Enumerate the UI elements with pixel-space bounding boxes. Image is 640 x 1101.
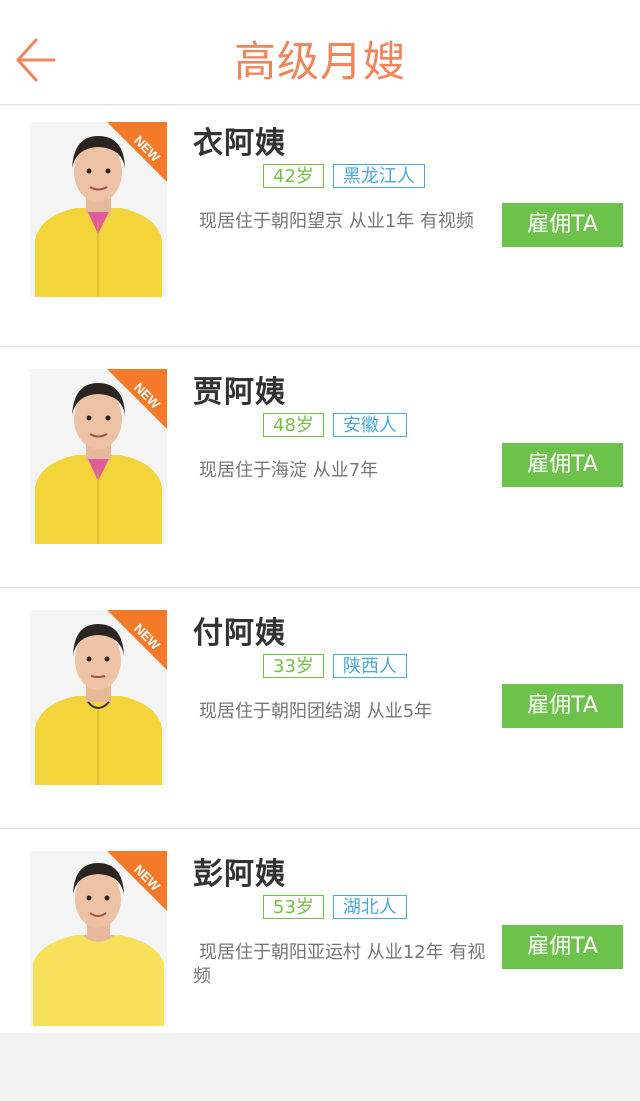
nanny-card: NEW 彭阿姨 53岁 湖北人 现居住于朝阳亚运村 从业12年 有视频 雇佣TA: [0, 829, 640, 1033]
nanny-card: NEW 付阿姨 33岁 陕西人 现居住于朝阳团结湖 从业5年 雇佣TA: [0, 588, 640, 829]
nanny-name: 衣阿姨: [193, 126, 286, 161]
nanny-card: NEW 贾阿姨 48岁 安徽人 现居住于海淀 从业7年 雇佣TA: [0, 347, 640, 588]
nanny-photo: NEW: [30, 122, 167, 297]
age-tag: 33岁: [263, 654, 324, 678]
age-tag: 42岁: [263, 164, 324, 188]
nanny-photo: NEW: [30, 369, 167, 544]
origin-tag: 黑龙江人: [332, 164, 425, 188]
nanny-description: 现居住于海淀 从业7年: [199, 460, 379, 481]
origin-tag: 湖北人: [332, 895, 407, 919]
origin-tag: 安徽人: [332, 413, 407, 437]
nanny-card: NEW 衣阿姨 42岁 黑龙江人 现居住于朝阳望京 从业1年 有视频 雇佣TA: [0, 106, 640, 347]
hire-button[interactable]: 雇佣TA: [502, 443, 623, 487]
age-tag: 53岁: [263, 895, 324, 919]
nanny-tags: 48岁 安徽人: [263, 413, 407, 437]
nanny-description: 现居住于朝阳团结湖 从业5年: [199, 701, 433, 722]
hire-button[interactable]: 雇佣TA: [502, 684, 623, 728]
page-title: 高级月嫂: [233, 37, 406, 86]
nanny-tags: 33岁 陕西人: [263, 654, 407, 678]
hire-button[interactable]: 雇佣TA: [502, 203, 623, 247]
origin-tag: 陕西人: [332, 654, 407, 678]
nanny-tags: 53岁 湖北人: [263, 895, 407, 919]
nanny-name: 彭阿姨: [193, 857, 286, 892]
age-tag: 48岁: [263, 413, 324, 437]
nanny-name: 贾阿姨: [193, 375, 286, 410]
nanny-photo: NEW: [30, 851, 167, 1026]
hire-button[interactable]: 雇佣TA: [502, 925, 623, 969]
nanny-photo: NEW: [30, 610, 167, 785]
nanny-name: 付阿姨: [193, 616, 286, 651]
nanny-description: 现居住于朝阳亚运村 从业12年 有视频: [193, 942, 486, 987]
app-header: 高级月嫂: [0, 0, 640, 105]
nanny-description: 现居住于朝阳望京 从业1年 有视频: [199, 211, 474, 232]
nanny-tags: 42岁 黑龙江人: [263, 164, 425, 188]
nanny-list: NEW 衣阿姨 42岁 黑龙江人 现居住于朝阳望京 从业1年 有视频 雇佣TA: [0, 106, 640, 1033]
